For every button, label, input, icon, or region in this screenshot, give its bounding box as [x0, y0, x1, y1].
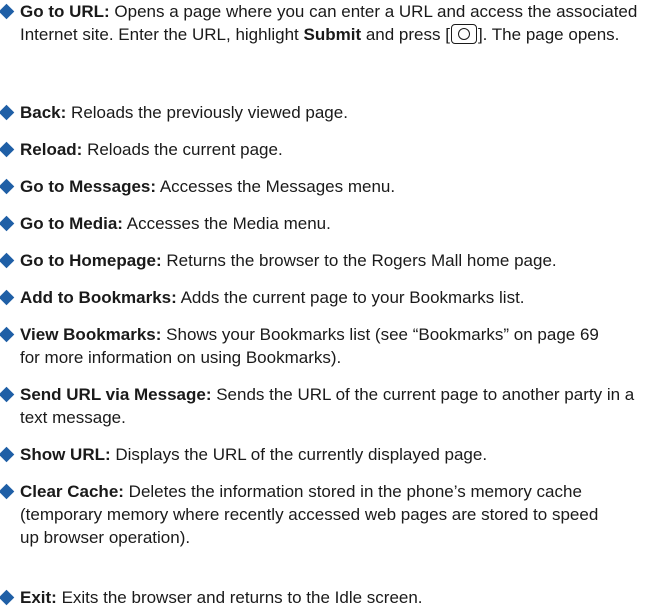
item-term: Reload:: [20, 140, 83, 159]
item-term: Back:: [20, 103, 67, 122]
diamond-bullet-icon: [0, 252, 15, 269]
submit-label: Submit: [303, 25, 362, 44]
diamond-bullet-icon: [0, 104, 15, 121]
item-description: Displays the URL of the currently displa…: [110, 445, 488, 464]
item-term: View Bookmarks:: [20, 325, 162, 344]
list-item-go-to-url: Go to URL: Opens a page where you can en…: [0, 0, 648, 46]
list-item-clear-cache: Clear Cache: Deletes the information sto…: [0, 480, 616, 549]
diamond-bullet-icon: [0, 483, 15, 500]
item-term: Go to Media:: [20, 214, 123, 233]
item-description: Adds the current page to your Bookmarks …: [176, 288, 525, 307]
item-description: Reloads the previously viewed page.: [66, 103, 348, 122]
list-item-add-to-bookmarks: Add to Bookmarks: Adds the current page …: [0, 286, 648, 309]
item-description: Returns the browser to the Rogers Mall h…: [161, 251, 557, 270]
diamond-bullet-icon: [0, 326, 15, 343]
list-item-reload: Reload: Reloads the current page.: [0, 138, 648, 161]
list-item-send-url-via-message: Send URL via Message: Sends the URL of t…: [0, 383, 648, 429]
item-term: Clear Cache:: [20, 482, 124, 501]
diamond-bullet-icon: [0, 178, 15, 195]
list-item-exit: Exit: Exits the browser and returns to t…: [0, 586, 648, 609]
item-description-end: ]. The page opens.: [477, 25, 620, 44]
diamond-bullet-icon: [0, 215, 15, 232]
diamond-bullet-icon: [0, 446, 15, 463]
list-item-show-url: Show URL: Displays the URL of the curren…: [0, 443, 648, 466]
item-term: Go to URL:: [20, 2, 110, 21]
item-term: Go to Messages:: [20, 177, 157, 196]
item-term: Exit:: [20, 588, 57, 607]
item-description-cont: and press [: [361, 25, 450, 44]
center-select-key-icon: [450, 24, 477, 44]
item-description: Exits the browser and returns to the Idl…: [56, 588, 423, 607]
list-item-view-bookmarks: View Bookmarks: Shows your Bookmarks lis…: [0, 323, 616, 369]
item-description: Reloads the current page.: [82, 140, 283, 159]
diamond-bullet-icon: [0, 141, 15, 158]
diamond-bullet-icon: [0, 3, 15, 20]
item-description: Accesses the Media menu.: [122, 214, 331, 233]
diamond-bullet-icon: [0, 289, 15, 306]
list-item-go-to-media: Go to Media: Accesses the Media menu.: [0, 212, 648, 235]
item-term: Send URL via Message:: [20, 385, 212, 404]
item-description: Accesses the Messages menu.: [156, 177, 396, 196]
list-item-go-to-messages: Go to Messages: Accesses the Messages me…: [0, 175, 648, 198]
item-term: Go to Homepage:: [20, 251, 162, 270]
list-item-back: Back: Reloads the previously viewed page…: [0, 101, 648, 124]
list-item-go-to-homepage: Go to Homepage: Returns the browser to t…: [0, 249, 648, 272]
diamond-bullet-icon: [0, 386, 15, 403]
diamond-bullet-icon: [0, 589, 15, 606]
item-term: Show URL:: [20, 445, 111, 464]
item-term: Add to Bookmarks:: [20, 288, 177, 307]
